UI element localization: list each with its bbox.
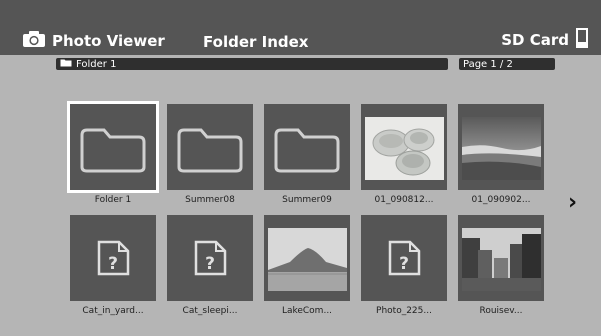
thumbnail-label: LakeCom... (281, 306, 333, 316)
thumbnail-label: 01_090902... (471, 195, 531, 205)
thumbnail-folder-summer08[interactable] (167, 104, 253, 190)
current-folder-label: Folder 1 (76, 58, 117, 70)
city-street-photo (462, 228, 541, 291)
title-bar: Photo Viewer Folder Index SD Card (0, 0, 601, 55)
thumbnail-file-cat-sleeping[interactable]: ? (167, 215, 253, 301)
page-indicator-label: Page 1 / 2 (463, 58, 513, 70)
unknown-file-icon: ? (97, 240, 130, 276)
thumbnail-label: Cat_in_yard... (82, 306, 144, 316)
folder-icon (60, 58, 72, 70)
thumbnail-label: Summer09 (282, 195, 332, 205)
mountain-lake-photo (268, 228, 347, 291)
thumbnail-folder-1[interactable] (70, 104, 156, 190)
svg-text:?: ? (108, 254, 118, 274)
camera-icon (22, 30, 46, 52)
svg-text:?: ? (399, 254, 409, 274)
thumbnail-label: Photo_225... (376, 306, 432, 316)
unknown-file-icon: ? (388, 240, 421, 276)
page-indicator: Page 1 / 2 (459, 58, 555, 70)
folder-icon (274, 128, 340, 173)
svg-text:?: ? (205, 254, 215, 274)
folder-icon (80, 128, 146, 173)
app-header: Photo Viewer (22, 30, 165, 52)
sd-card-icon (575, 28, 589, 52)
breadcrumb: Folder 1 (56, 58, 448, 70)
unknown-file-icon: ? (194, 240, 227, 276)
thumbnail-label: Folder 1 (94, 195, 132, 205)
bowls-photo (365, 117, 444, 180)
storage-label: SD Card (501, 31, 569, 49)
thumbnail-file-photo-225[interactable]: ? (361, 215, 447, 301)
thumbnail-label: Cat_sleepi... (182, 306, 238, 316)
thumbnail-photo-01-090812[interactable] (361, 104, 447, 190)
thumbnail-photo-01-090902[interactable] (458, 104, 544, 190)
storage-indicator: SD Card (501, 28, 589, 52)
app-title: Photo Viewer (52, 32, 165, 50)
thumbnail-label: Rouisev... (479, 306, 523, 316)
thumbnail-photo-rouisev[interactable] (458, 215, 544, 301)
folder-icon (177, 128, 243, 173)
landscape-photo (462, 117, 541, 180)
next-page-arrow-icon[interactable]: › (568, 190, 577, 215)
thumbnail-label: Summer08 (185, 195, 235, 205)
thumbnail-file-cat-in-yard[interactable]: ? (70, 215, 156, 301)
thumbnail-folder-summer09[interactable] (264, 104, 350, 190)
thumbnail-label: 01_090812... (374, 195, 434, 205)
thumbnail-photo-lakecom[interactable] (264, 215, 350, 301)
screen-title: Folder Index (203, 33, 309, 51)
